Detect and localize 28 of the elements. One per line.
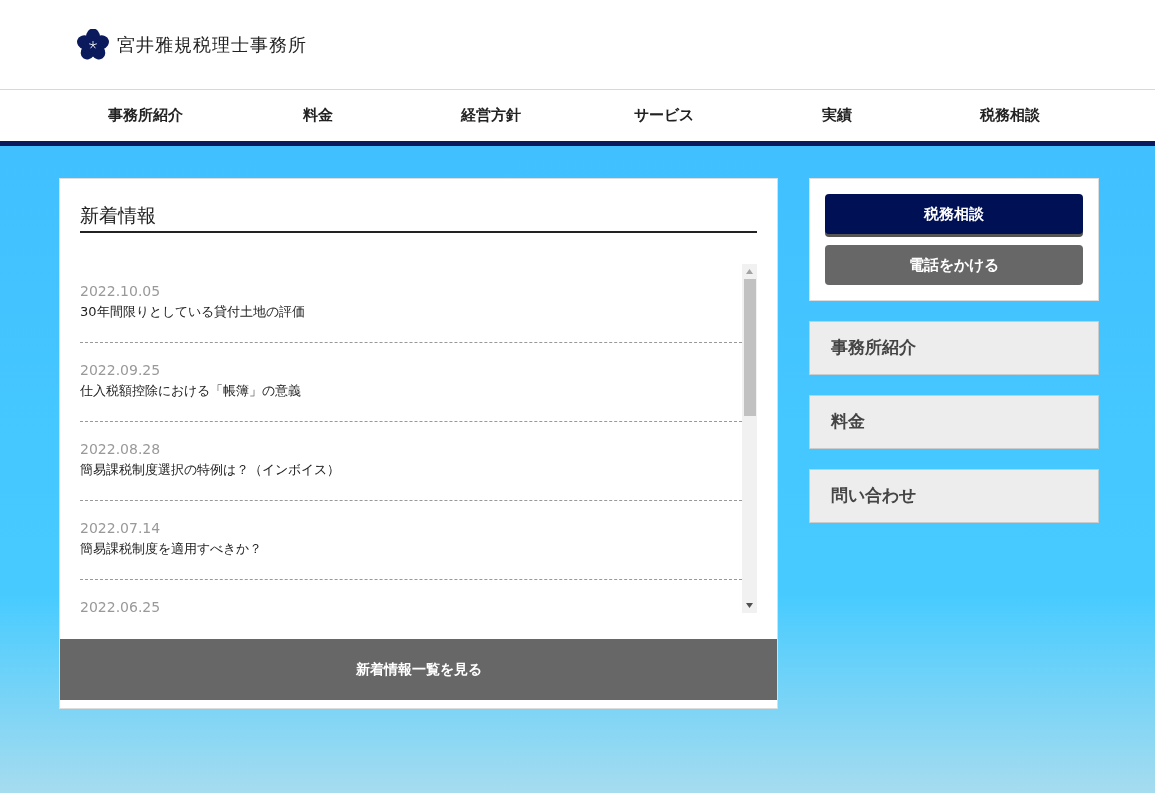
news-date: 2022.06.25 bbox=[80, 597, 162, 617]
news-date: 2022.08.28 bbox=[80, 439, 162, 459]
scroll-down-icon[interactable] bbox=[746, 602, 753, 608]
nav-link[interactable]: 事務所紹介 bbox=[60, 104, 230, 127]
scrollbar[interactable] bbox=[742, 263, 757, 613]
side-link[interactable]: 料金 bbox=[809, 395, 1099, 449]
side-link[interactable]: 問い合わせ bbox=[809, 469, 1099, 523]
contact-button[interactable]: 税務相談 bbox=[825, 194, 1083, 234]
nav-link[interactable]: 料金 bbox=[233, 104, 403, 127]
news-link[interactable]: 仕入税額控除における「帳簿」の意義 bbox=[80, 379, 301, 402]
news-heading: 新着情報 bbox=[80, 201, 757, 233]
news-date: 2022.07.14 bbox=[80, 518, 162, 538]
news-list-button[interactable]: 新着情報一覧を見る bbox=[60, 638, 777, 700]
news-date: 2022.09.25 bbox=[80, 360, 162, 380]
scroll-thumb[interactable] bbox=[743, 278, 756, 416]
nav-link[interactable]: 実績 bbox=[752, 104, 922, 127]
nav-link[interactable]: 経営方針 bbox=[406, 104, 576, 127]
contact-button[interactable]: 電話をかける bbox=[825, 245, 1083, 285]
news-link[interactable]: 30年間限りとしている貸付土地の評価 bbox=[80, 300, 305, 323]
news-link[interactable]: 簡易課税制度選択の特例は？（インボイス） bbox=[80, 458, 340, 481]
news-link[interactable]: 簡易課税制度を適用すべきか？ bbox=[80, 537, 262, 560]
office-name: 宮井雅規税理士事務所 bbox=[117, 33, 307, 57]
scroll-up-icon[interactable] bbox=[746, 268, 753, 274]
nav-link[interactable]: 税務相談 bbox=[925, 104, 1095, 127]
side-link[interactable]: 事務所紹介 bbox=[809, 321, 1099, 375]
news-date: 2022.10.05 bbox=[80, 281, 162, 301]
nav-link[interactable]: サービス bbox=[579, 104, 749, 127]
flower-logo-icon bbox=[77, 28, 109, 61]
